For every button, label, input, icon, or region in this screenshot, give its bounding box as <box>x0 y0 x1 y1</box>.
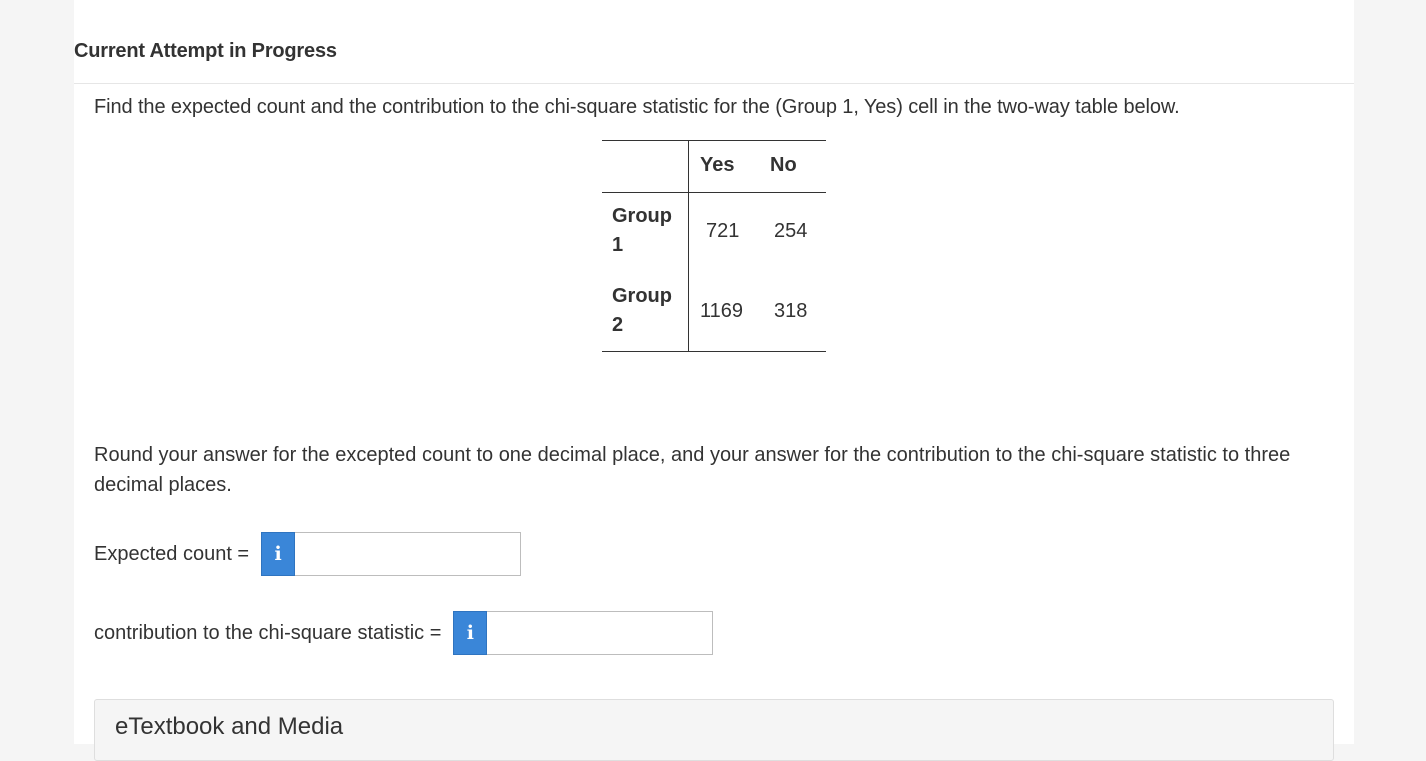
table-header-rule <box>602 192 826 193</box>
cell-group1-yes: 721 <box>706 220 740 242</box>
cell-group2-no: 318 <box>774 300 808 322</box>
row-label-group-1: Group 1 <box>612 205 672 256</box>
table-top-rule <box>602 140 826 141</box>
table-vertical-rule <box>688 140 689 352</box>
table-bottom-rule <box>602 351 826 352</box>
info-icon[interactable]: i <box>453 611 488 655</box>
contribution-label: contribution to the chi-square statistic… <box>94 621 442 644</box>
info-icon[interactable]: i <box>261 532 296 576</box>
column-header-yes: Yes <box>700 154 735 176</box>
rounding-instructions: Round your answer for the excepted count… <box>94 444 1291 496</box>
question-text: Find the expected count and the contribu… <box>94 96 1180 118</box>
cell-group1-no: 254 <box>774 220 808 242</box>
cell-group2-yes: 1169 <box>700 300 744 322</box>
expected-count-label: Expected count = <box>94 542 250 565</box>
two-way-table: Yes No Group 1 721 254 Group 2 1169 318 <box>602 140 826 352</box>
etextbook-media-section[interactable]: eTextbook and Media <box>94 699 1334 761</box>
expected-count-row: Expected count = i <box>94 532 522 576</box>
etextbook-media-title[interactable]: eTextbook and Media <box>115 713 343 741</box>
expected-count-input[interactable] <box>295 532 522 576</box>
contribution-row: contribution to the chi-square statistic… <box>94 611 714 655</box>
attempt-header: Current Attempt in Progress <box>74 38 1354 84</box>
contribution-input[interactable] <box>487 611 714 655</box>
assignment-panel: Current Attempt in Progress Find the exp… <box>74 0 1354 761</box>
row-label-group-2: Group 2 <box>612 285 672 336</box>
attempt-title: Current Attempt in Progress <box>74 40 337 62</box>
column-header-no: No <box>770 154 797 176</box>
